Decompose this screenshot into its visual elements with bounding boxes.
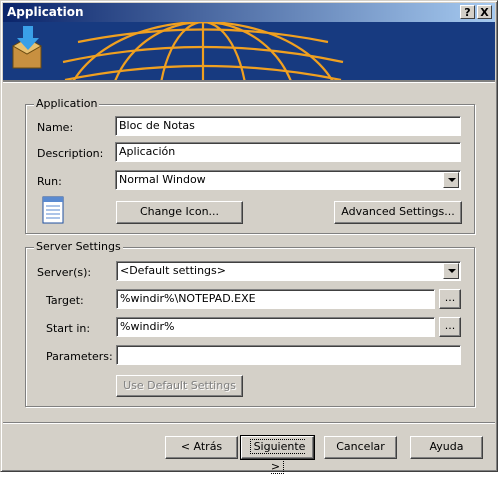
window-title: Application <box>7 5 84 19</box>
next-button[interactable]: Siguiente > <box>240 435 315 474</box>
servers-dropdown-arrow-icon[interactable] <box>443 263 459 279</box>
run-label: Run: <box>37 175 62 188</box>
cancel-button[interactable]: Cancelar <box>324 436 397 459</box>
application-group-label: Application <box>34 97 100 110</box>
use-default-settings-button[interactable]: Use Default Settings <box>116 375 243 397</box>
parameters-input[interactable] <box>116 345 461 365</box>
description-input[interactable]: Aplicación <box>115 142 461 162</box>
server-settings-group-label: Server Settings <box>34 240 123 253</box>
notepad-icon <box>42 196 64 224</box>
name-input[interactable]: Bloc de Notas <box>115 116 461 136</box>
help-title-button[interactable]: ? <box>460 5 475 19</box>
change-icon-button[interactable]: Change Icon... <box>116 201 243 224</box>
servers-select-value: <Default settings> <box>120 264 226 277</box>
parameters-label: Parameters: <box>46 350 113 363</box>
application-dialog: Application ? X Application Name: Bloc d… <box>0 0 498 474</box>
title-bar[interactable]: Application ? X <box>3 3 495 22</box>
app-download-icon <box>11 26 43 69</box>
advanced-settings-button[interactable]: Advanced Settings... <box>334 201 462 224</box>
back-button[interactable]: < Atrás <box>165 436 238 459</box>
close-title-button[interactable]: X <box>477 5 492 19</box>
footer-separator <box>3 422 495 424</box>
globe-graphic <box>11 22 344 80</box>
target-browse-button[interactable]: ... <box>439 289 461 309</box>
help-button[interactable]: Ayuda <box>410 436 483 459</box>
header-banner <box>3 22 495 80</box>
description-label: Description: <box>37 147 104 160</box>
banner-divider <box>3 80 495 83</box>
servers-label: Server(s): <box>37 266 92 279</box>
run-dropdown-arrow-icon[interactable] <box>443 172 459 188</box>
start-in-browse-button[interactable]: ... <box>439 317 461 337</box>
servers-select[interactable]: <Default settings> <box>116 261 461 281</box>
run-select[interactable]: Normal Window <box>115 170 461 190</box>
start-in-input[interactable]: %windir% <box>116 317 435 337</box>
target-label: Target: <box>46 294 84 307</box>
start-in-label: Start in: <box>46 322 91 335</box>
name-label: Name: <box>37 121 74 134</box>
next-button-label: Siguiente > <box>249 439 306 474</box>
target-input[interactable]: %windir%\NOTEPAD.EXE <box>116 289 435 309</box>
run-select-value: Normal Window <box>119 173 206 186</box>
